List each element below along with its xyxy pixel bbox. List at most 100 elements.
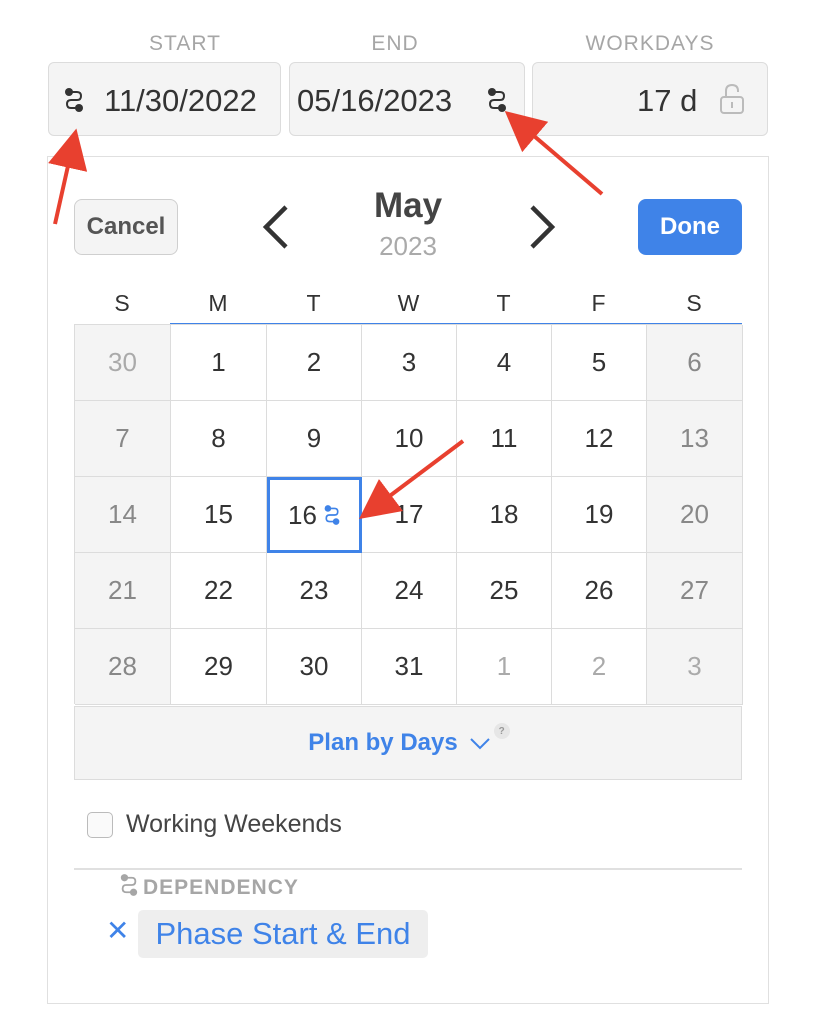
end-date-field[interactable]: 05/16/2023 <box>289 62 525 136</box>
start-label: START <box>149 32 221 55</box>
calendar-day[interactable]: 4 <box>457 325 552 401</box>
chevron-left-icon <box>262 205 288 249</box>
calendar-day[interactable]: 30 <box>267 629 362 705</box>
plan-by-days-button[interactable]: Plan by Days ? <box>74 706 742 780</box>
calendar-grid: 30 1 2 3 4 5 6 7 8 9 10 11 12 13 14 15 16 17 18 19 20 21 22 23 2… <box>74 324 743 705</box>
start-date-field[interactable]: 11/30/2022 <box>48 62 281 136</box>
calendar-day[interactable]: 15 <box>171 477 267 553</box>
day-number: 5 <box>591 347 607 377</box>
chevron-down-icon <box>469 738 490 750</box>
calendar-day[interactable]: 27 <box>647 553 743 629</box>
day-number: 22 <box>204 575 233 605</box>
calendar-day[interactable]: 3 <box>362 325 457 401</box>
calendar-day[interactable]: 2 <box>267 325 362 401</box>
calendar-day[interactable]: 6 <box>647 325 743 401</box>
weekday-label: S <box>686 290 702 316</box>
dependency-icon[interactable] <box>63 87 85 113</box>
day-number: 12 <box>584 423 614 453</box>
calendar-day[interactable]: 22 <box>171 553 267 629</box>
end-date-value: 05/16/2023 <box>297 83 453 118</box>
dependency-icon <box>324 505 340 525</box>
day-number: 27 <box>680 575 709 605</box>
dependency-header: DEPENDENCY <box>143 876 299 899</box>
day-number: 18 <box>489 499 519 529</box>
day-number: 10 <box>394 423 424 453</box>
day-number: 13 <box>680 423 709 453</box>
calendar-day[interactable]: 24 <box>362 553 457 629</box>
next-month-button[interactable] <box>526 203 558 251</box>
day-number: 8 <box>211 423 226 453</box>
day-number: 14 <box>108 499 137 529</box>
month-label: May <box>373 186 443 225</box>
calendar-day[interactable]: 2 <box>552 629 647 705</box>
day-number: 1 <box>211 347 226 377</box>
day-number: 30 <box>299 651 329 681</box>
unlock-icon[interactable] <box>719 83 745 123</box>
done-button[interactable]: Done <box>638 199 742 255</box>
calendar-day[interactable]: 28 <box>75 629 171 705</box>
calendar-day[interactable]: 14 <box>75 477 171 553</box>
day-number: 19 <box>584 499 614 529</box>
calendar-day[interactable]: 5 <box>552 325 647 401</box>
workdays-field[interactable]: 17 d <box>532 62 768 136</box>
calendar-day[interactable]: 25 <box>457 553 552 629</box>
help-icon[interactable]: ? <box>493 723 510 739</box>
day-number: 1 <box>496 651 512 681</box>
cancel-button[interactable]: Cancel <box>74 199 178 255</box>
day-number: 9 <box>306 423 322 453</box>
start-date-value: 11/30/2022 <box>104 83 257 118</box>
day-number: 7 <box>115 423 130 453</box>
calendar-day[interactable]: 30 <box>75 325 171 401</box>
weekday-label: T <box>306 290 321 316</box>
day-number: 3 <box>687 651 702 681</box>
calendar-day[interactable]: 7 <box>75 401 171 477</box>
workdays-value: 17 d <box>637 83 698 118</box>
calendar-day[interactable]: 31 <box>362 629 457 705</box>
calendar-day-selected[interactable]: 16 <box>267 477 362 553</box>
calendar-day[interactable]: 12 <box>552 401 647 477</box>
working-weekends-label: Working Weekends <box>126 810 342 838</box>
calendar-day[interactable]: 1 <box>457 629 552 705</box>
day-number: 4 <box>496 347 512 377</box>
calendar-day[interactable]: 23 <box>267 553 362 629</box>
calendar-day[interactable]: 18 <box>457 477 552 553</box>
day-number: 21 <box>108 575 137 605</box>
prev-month-button[interactable] <box>260 203 292 251</box>
day-number: 26 <box>584 575 614 605</box>
calendar-day[interactable]: 20 <box>647 477 743 553</box>
calendar-day[interactable]: 3 <box>647 629 743 705</box>
calendar-day[interactable]: 21 <box>75 553 171 629</box>
end-label: END <box>371 32 419 55</box>
calendar-day[interactable]: 10 <box>362 401 457 477</box>
plan-by-days-label: Plan by Days <box>308 729 458 756</box>
weekday-label: F <box>591 290 606 316</box>
workdays-label: WORKDAYS <box>585 32 715 55</box>
dependency-chip[interactable]: Phase Start & End <box>138 910 428 958</box>
day-number: 20 <box>680 499 709 529</box>
calendar-day[interactable]: 29 <box>171 629 267 705</box>
day-number: 2 <box>306 347 322 377</box>
calendar-day[interactable]: 11 <box>457 401 552 477</box>
day-number: 29 <box>204 651 233 681</box>
calendar-day[interactable]: 13 <box>647 401 743 477</box>
day-number: 11 <box>490 423 518 453</box>
day-number: 6 <box>687 347 702 377</box>
day-number: 17 <box>394 499 424 529</box>
year-label: 2023 <box>379 231 437 261</box>
calendar-day[interactable]: 1 <box>171 325 267 401</box>
calendar-day[interactable]: 9 <box>267 401 362 477</box>
weekday-label: T <box>496 290 511 316</box>
weekday-label: S <box>114 290 130 316</box>
calendar-day[interactable]: 8 <box>171 401 267 477</box>
day-number: 30 <box>108 347 137 377</box>
calendar-day[interactable]: 17 <box>362 477 457 553</box>
remove-dependency-icon[interactable]: ✕ <box>106 914 129 947</box>
calendar-day[interactable]: 19 <box>552 477 647 553</box>
day-number: 16 <box>288 499 317 530</box>
weekday-label: W <box>397 290 420 316</box>
dependency-icon[interactable] <box>486 87 508 113</box>
divider <box>74 868 742 870</box>
working-weekends-checkbox[interactable] <box>87 812 113 838</box>
calendar-day[interactable]: 26 <box>552 553 647 629</box>
day-number: 15 <box>204 499 233 529</box>
